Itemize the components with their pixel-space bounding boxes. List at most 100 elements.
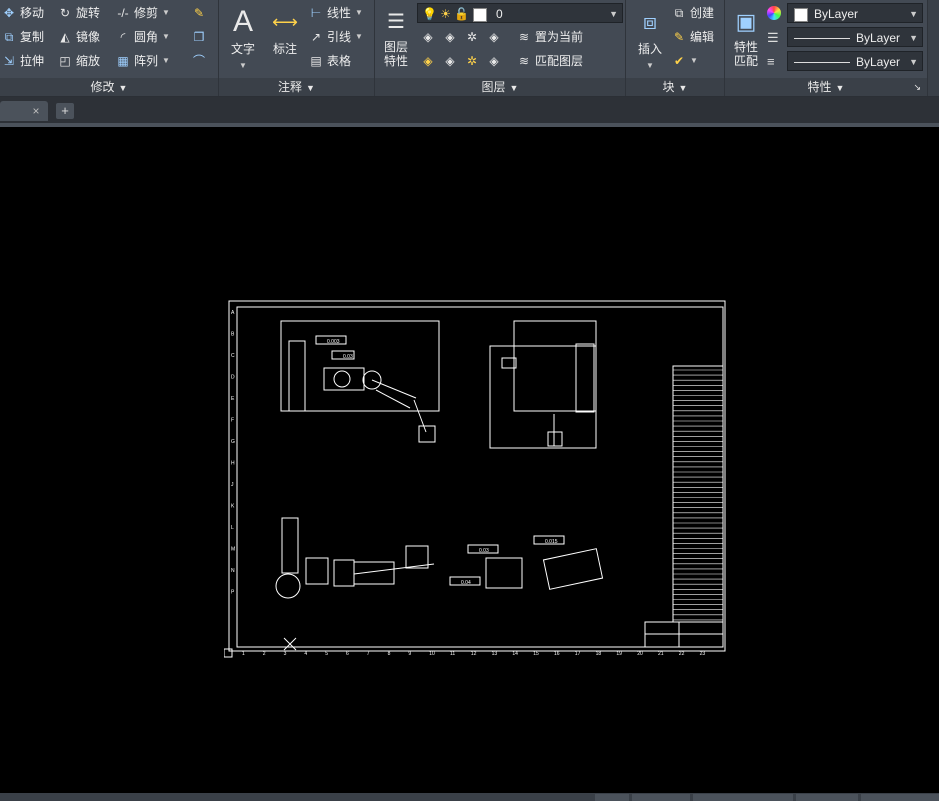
ruler-number: 13 xyxy=(492,651,498,657)
parts-list-table xyxy=(672,365,724,623)
properties-panel-title[interactable]: 特性 ▼ ↘ xyxy=(725,78,927,96)
text-button[interactable]: A 文字 ▼ xyxy=(223,4,263,71)
linetype-icon: ☰ xyxy=(767,30,779,45)
scale-button[interactable]: ◰ 缩放 xyxy=(58,51,100,71)
layer-lock-icon[interactable]: ◈ xyxy=(487,30,501,44)
layer-isolate-icon[interactable]: ◈ xyxy=(443,30,457,44)
color-dropdown[interactable]: ByLayer ▼ xyxy=(787,3,923,23)
ruler-letter: M xyxy=(231,547,235,553)
mirror-button[interactable]: ◭ 镜像 xyxy=(58,27,100,47)
scale-label: 缩放 xyxy=(76,54,101,68)
ruler-letter: F xyxy=(231,418,234,424)
lineweight-icon: ≡ xyxy=(767,54,775,69)
panel-launcher-icon[interactable]: ↘ xyxy=(913,78,921,96)
ruler-number: 16 xyxy=(554,651,560,657)
layer-freeze-icon[interactable]: ✲ xyxy=(465,30,479,44)
text-icon: A xyxy=(232,5,253,38)
rotate-button[interactable]: ↻ 旋转 xyxy=(58,3,100,23)
stretch-button[interactable]: ⇲ 拉伸 xyxy=(2,51,44,71)
block-panel-title[interactable]: 块 ▼ xyxy=(626,78,724,96)
table-button[interactable]: ▤ 表格 xyxy=(309,51,351,71)
insert-button[interactable]: ⧈ 插入 ▼ xyxy=(630,4,670,71)
fillet-label: 圆角 xyxy=(134,30,159,44)
insert-label: 插入 xyxy=(637,42,662,56)
dimension-button[interactable]: ⟷ 标注 xyxy=(265,4,305,57)
rotate-label: 旋转 xyxy=(76,6,101,20)
ruler-number: 11 xyxy=(450,651,455,657)
leader-button[interactable]: ↗ 引线 ▼ xyxy=(309,27,363,47)
ruler-number: 6 xyxy=(346,651,349,657)
chevron-down-icon: ▼ xyxy=(909,57,918,67)
tolerance-label: 0.04 xyxy=(461,580,471,586)
lineweight-dropdown[interactable]: ByLayer ▼ xyxy=(787,51,923,71)
match-layer-button[interactable]: ≋ 匹配图层 xyxy=(517,51,583,71)
offset-button[interactable]: ⌒ xyxy=(192,51,206,71)
layer-thaw-icon[interactable]: ✲ xyxy=(465,54,479,68)
new-tab-button[interactable]: + xyxy=(56,103,74,119)
ruler-letter: J xyxy=(231,482,234,488)
chevron-down-icon: ▼ xyxy=(909,33,918,43)
layer-unisolate-icon[interactable]: ◈ xyxy=(443,54,457,68)
array-dropdown-icon[interactable]: ▼ xyxy=(162,51,170,71)
file-tab[interactable]: × xyxy=(0,101,48,121)
status-segment[interactable] xyxy=(632,794,690,801)
explode-button[interactable]: ❒ xyxy=(192,27,206,47)
leader-dropdown-icon[interactable]: ▼ xyxy=(355,27,363,47)
copy-button[interactable]: ⧉ 复制 xyxy=(2,27,44,47)
fillet-dropdown-icon[interactable]: ▼ xyxy=(162,27,170,47)
ruler-letter: B xyxy=(231,332,235,338)
rotate-icon: ↻ xyxy=(59,6,71,20)
status-segment[interactable] xyxy=(796,794,858,801)
lineweight-sample xyxy=(794,62,850,64)
view2-frame xyxy=(513,320,597,412)
explode-icon: ❒ xyxy=(193,30,205,44)
leader-icon: ↗ xyxy=(310,30,322,44)
linear-button[interactable]: ⊢ 线性 ▼ xyxy=(309,3,363,23)
layer-off-icon[interactable]: ◈ xyxy=(421,30,435,44)
layer-on-icon[interactable]: ◈ xyxy=(421,54,435,68)
annotation-panel-title[interactable]: 注释 ▼ xyxy=(219,78,374,96)
move-button[interactable]: ✥ 移动 xyxy=(2,3,44,23)
fillet-button[interactable]: ◜ 圆角 ▼ xyxy=(116,27,170,47)
properties-title-label: 特性 xyxy=(807,80,832,94)
ruler-number: 12 xyxy=(471,651,477,657)
ruler-number: 10 xyxy=(429,651,435,657)
trim-dropdown-icon[interactable]: ▼ xyxy=(162,3,170,23)
status-segment[interactable] xyxy=(595,794,629,801)
text-label: 文字 xyxy=(230,42,255,56)
block-attributes-button[interactable]: ✔ ▼ xyxy=(672,51,698,71)
insert-dropdown-icon: ▼ xyxy=(646,61,654,70)
erase-button[interactable]: ✎ xyxy=(192,3,206,23)
tolerance-label: 0.015 xyxy=(545,539,558,545)
layer-unlock-icon[interactable]: ◈ xyxy=(487,54,501,68)
mirror-label: 镜像 xyxy=(76,30,101,44)
modify-panel-title[interactable]: 修改 ▼ xyxy=(0,78,218,96)
layer-dropdown[interactable]: 💡 ☀ 🔓 0 ▼ xyxy=(417,3,623,23)
tolerance-label: 0.03 xyxy=(479,548,489,554)
array-button[interactable]: ▦ 阵列 ▼ xyxy=(116,51,170,71)
outer-border xyxy=(228,300,726,652)
ruler-letter: K xyxy=(231,504,235,510)
block-title-label: 块 xyxy=(662,80,675,94)
close-icon[interactable]: × xyxy=(28,101,44,121)
lightbulb-icon: 💡 xyxy=(422,7,437,21)
trim-button[interactable]: -/- 修剪 ▼ xyxy=(116,3,170,23)
match-properties-button[interactable]: ▣ 特性 匹配 xyxy=(727,4,765,68)
ruler-number: 1 xyxy=(242,651,245,657)
create-block-button[interactable]: ⧉ 创建 xyxy=(672,3,714,23)
status-segment[interactable] xyxy=(693,794,793,801)
layer-properties-button[interactable]: ☰ 图层 特性 xyxy=(377,4,415,68)
layers-panel-title[interactable]: 图层 ▼ xyxy=(375,78,625,96)
ribbon-overflow-edge xyxy=(928,0,939,96)
linear-dropdown-icon[interactable]: ▼ xyxy=(355,3,363,23)
status-segment[interactable] xyxy=(861,794,939,801)
linetype-dropdown[interactable]: ByLayer ▼ xyxy=(787,27,923,47)
dimension-label: 标注 xyxy=(272,42,297,56)
trim-label: 修剪 xyxy=(134,6,159,20)
edit-block-button[interactable]: ✎ 编辑 xyxy=(672,27,714,47)
offset-icon: ⌒ xyxy=(192,54,205,68)
inner-border xyxy=(236,306,724,648)
set-current-button[interactable]: ≋ 置为当前 xyxy=(517,27,583,47)
color-swatch xyxy=(794,7,808,22)
array-label: 阵列 xyxy=(134,54,159,68)
